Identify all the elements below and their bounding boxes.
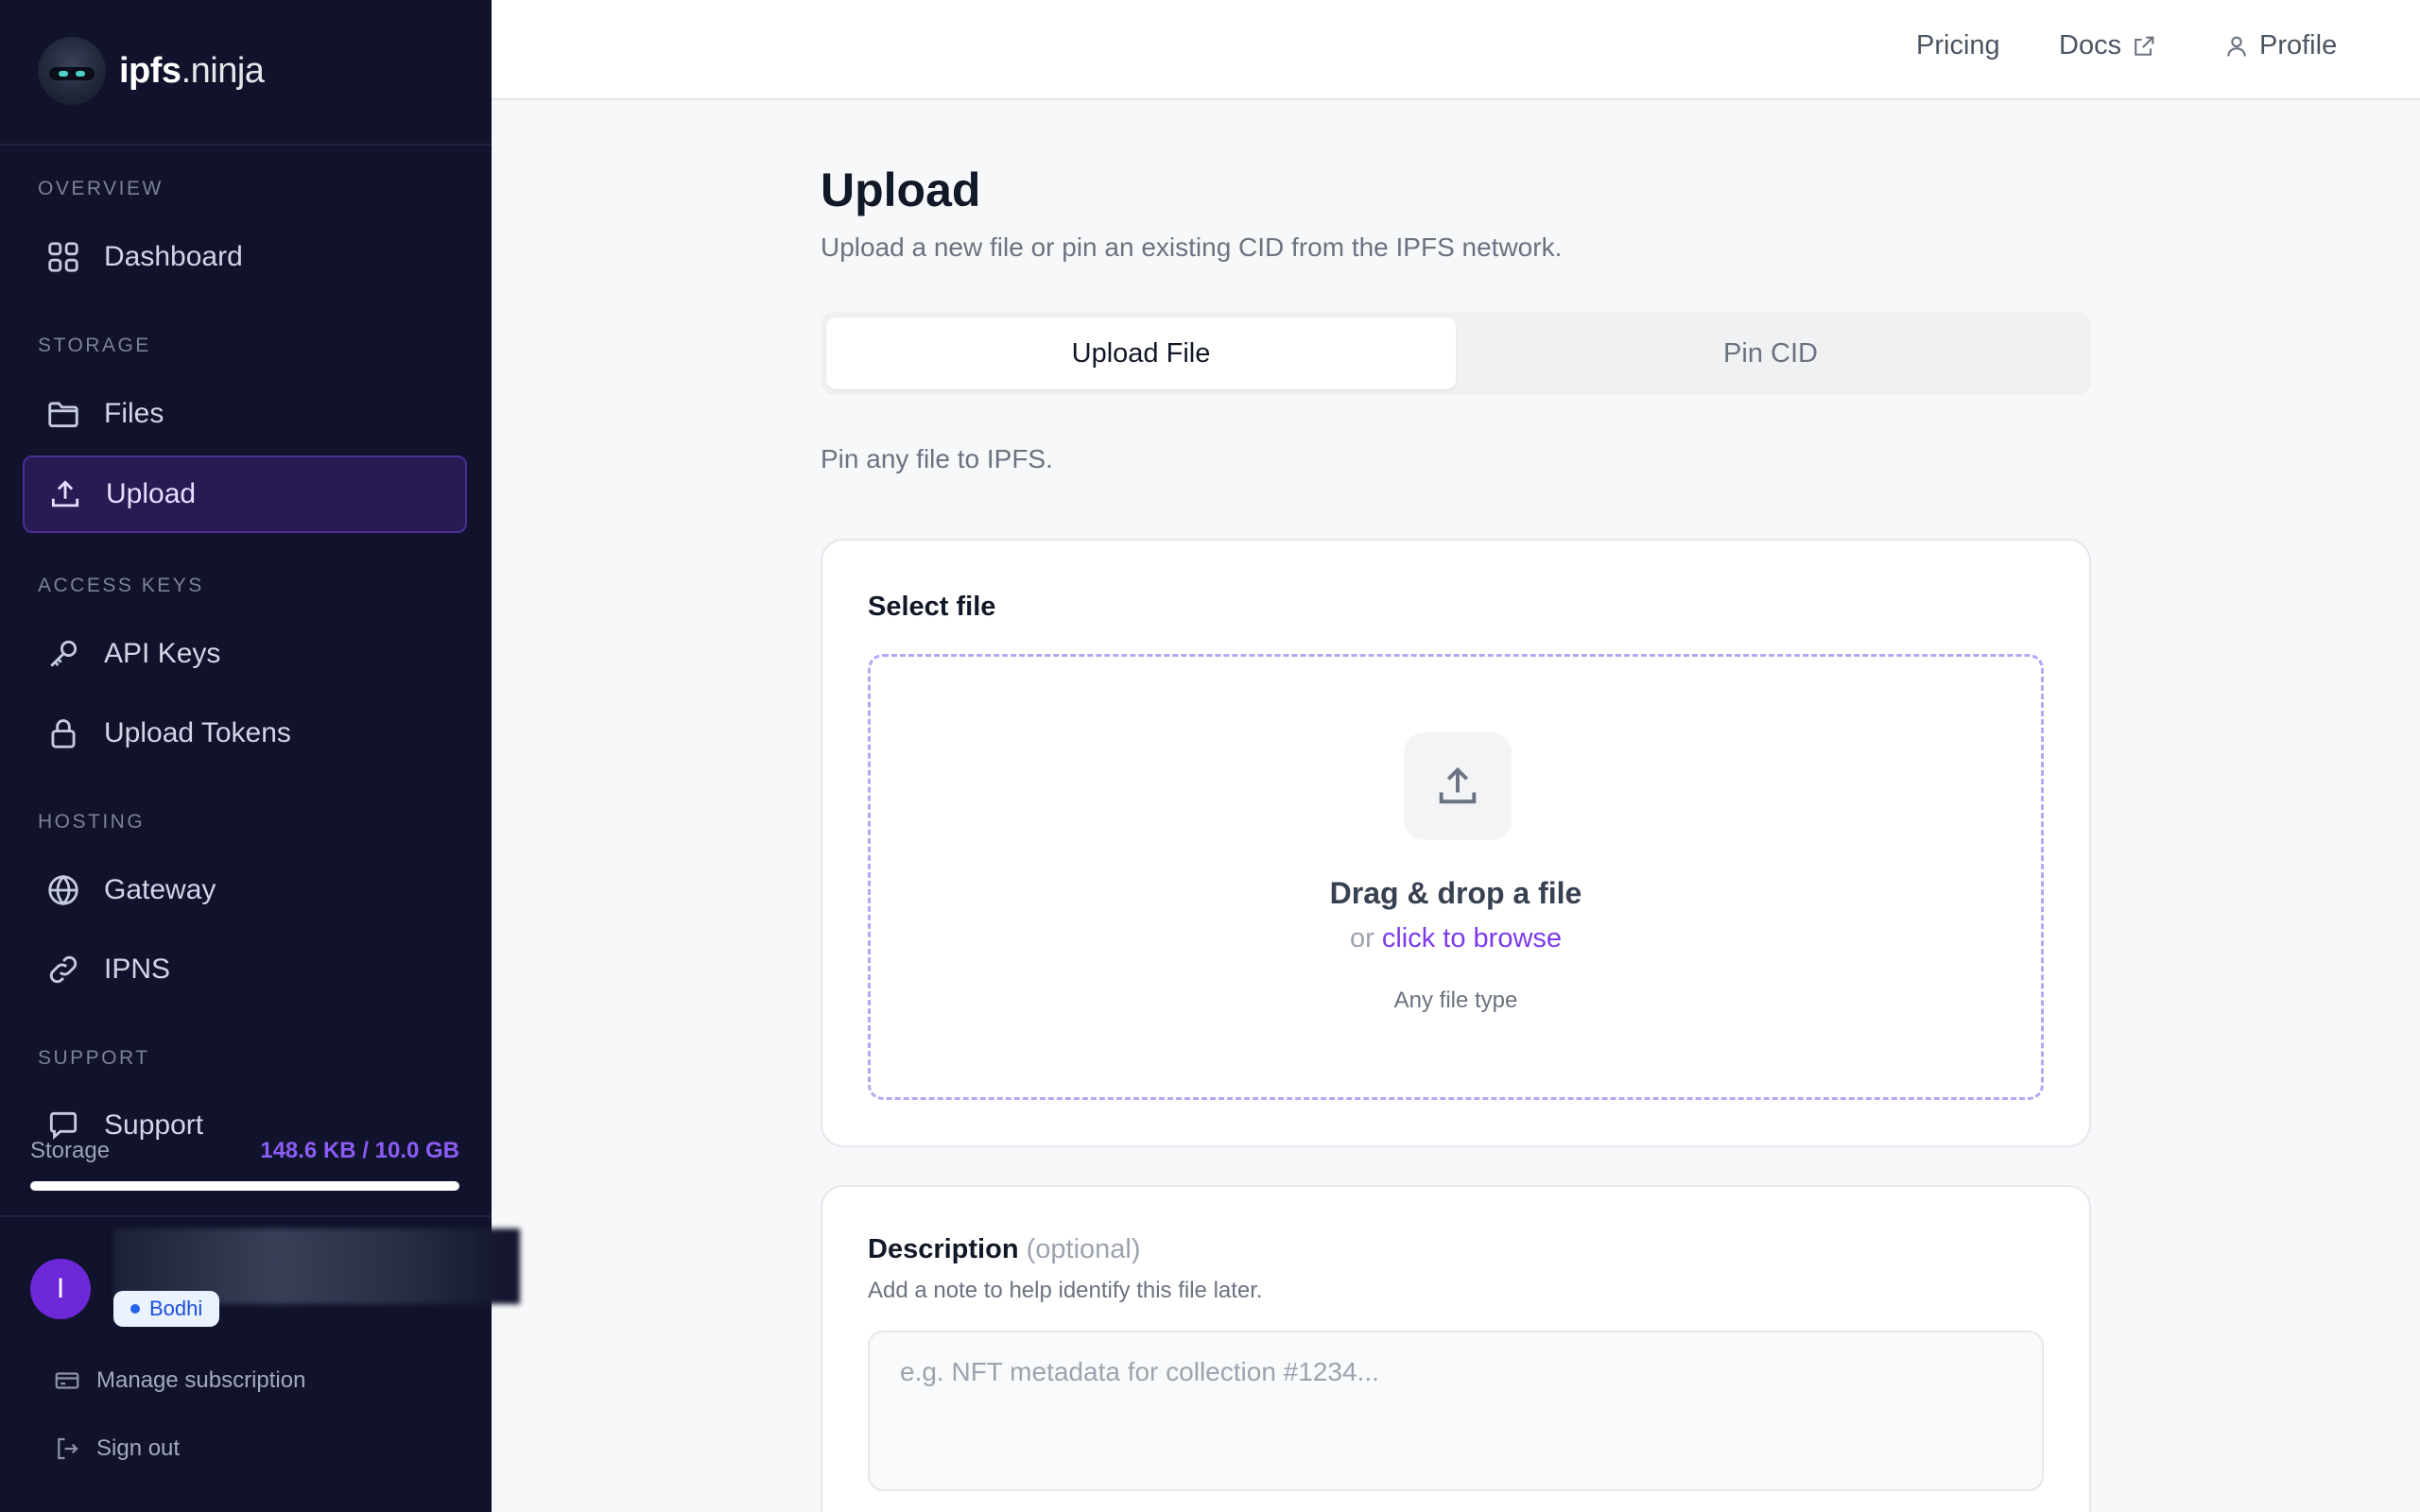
divider: [0, 144, 492, 146]
description-card: Description (optional) Add a note to hel…: [821, 1185, 2091, 1512]
manage-subscription-label: Manage subscription: [96, 1367, 306, 1393]
status-dot-icon: [130, 1304, 140, 1314]
plan-name: Bodhi: [149, 1297, 203, 1320]
description-title: Description (optional): [868, 1234, 1141, 1265]
sign-out-link[interactable]: Sign out: [53, 1435, 180, 1463]
sidebar-item-api-keys[interactable]: API Keys: [23, 615, 467, 693]
profile-link[interactable]: Profile: [2223, 30, 2337, 61]
sidebar-item-label: Dashboard: [104, 241, 243, 272]
manage-subscription-link[interactable]: Manage subscription: [53, 1366, 305, 1395]
divider: [0, 1215, 492, 1217]
lock-icon: [51, 719, 76, 748]
top-bar: Pricing Docs Profile: [492, 0, 2420, 100]
ninja-logo-icon: [38, 37, 106, 105]
brand-name: ipfs.ninja: [119, 50, 265, 91]
sidebar-item-label: API Keys: [104, 638, 221, 669]
sidebar-item-label: Support: [104, 1109, 204, 1141]
docs-label: Docs: [2059, 30, 2122, 60]
globe-icon: [48, 874, 78, 906]
select-file-card: Select file Drag & drop a file or click …: [821, 539, 2091, 1147]
sidebar-item-label: Upload: [106, 478, 197, 509]
section-label-storage: STORAGE: [38, 335, 151, 356]
sidebar-item-label: IPNS: [104, 954, 171, 985]
sidebar-item-upload-tokens[interactable]: Upload Tokens: [23, 695, 467, 772]
section-label-hosting: HOSTING: [38, 811, 146, 833]
sign-out-icon: [58, 1437, 78, 1460]
pricing-link[interactable]: Pricing: [1916, 30, 2000, 61]
folder-icon: [48, 402, 78, 428]
section-label-support: SUPPORT: [38, 1047, 150, 1069]
description-label: Description: [868, 1234, 1019, 1264]
key-icon: [50, 640, 78, 667]
tab-upload-file[interactable]: Upload File: [826, 318, 1456, 389]
avatar[interactable]: I: [30, 1259, 91, 1319]
pin-note: Pin any file to IPFS.: [821, 444, 1053, 473]
dropzone-title: Drag & drop a file: [1329, 876, 1582, 910]
brand-logo-link[interactable]: ipfs.ninja: [38, 37, 265, 105]
credit-card-icon: [55, 1372, 79, 1389]
plan-badge: Bodhi: [113, 1291, 220, 1327]
storage-label: Storage: [30, 1138, 111, 1163]
link-icon: [49, 955, 78, 984]
sidebar-item-dashboard[interactable]: Dashboard: [23, 218, 467, 296]
page-subtitle: Upload a new file or pin an existing CID…: [821, 232, 1563, 262]
user-icon: [2227, 36, 2246, 57]
accepted-file-types: Any file type: [1393, 988, 1518, 1013]
storage-value: 148.6 KB / 10.0 GB: [260, 1138, 459, 1163]
select-file-title: Select file: [868, 592, 996, 622]
sidebar-item-gateway[interactable]: Gateway: [23, 851, 467, 929]
sidebar: ipfs.ninja OVERVIEW Dashboard STORAGE Fi…: [0, 0, 520, 1512]
upload-icon: [1404, 732, 1512, 840]
storage-progress-bar: [30, 1181, 459, 1191]
optional-label: (optional): [1026, 1234, 1141, 1264]
click-to-browse-link[interactable]: click to browse: [1382, 923, 1562, 954]
profile-label: Profile: [2259, 30, 2338, 60]
sidebar-item-upload[interactable]: Upload: [23, 455, 467, 533]
sidebar-item-ipns[interactable]: IPNS: [23, 931, 467, 1008]
grid-icon: [48, 242, 78, 272]
docs-link[interactable]: Docs: [2059, 30, 2157, 61]
sidebar-item-label: Files: [104, 398, 164, 429]
tab-pin-cid[interactable]: Pin CID: [1456, 318, 2085, 389]
sidebar-item-label: Upload Tokens: [104, 717, 291, 748]
section-label-access-keys: ACCESS KEYS: [38, 575, 204, 596]
external-link-icon: [2135, 36, 2154, 56]
dropzone-or: or: [1349, 923, 1374, 954]
description-help: Add a note to help identify this file la…: [868, 1278, 1263, 1303]
pricing-label: Pricing: [1916, 30, 2000, 60]
dropzone-browse: or click to browse: [871, 923, 2041, 954]
description-input[interactable]: [868, 1331, 2044, 1491]
storage-usage: Storage 148.6 KB / 10.0 GB: [30, 1138, 459, 1164]
section-label-overview: OVERVIEW: [38, 178, 164, 199]
page-title: Upload: [821, 163, 981, 216]
upload-icon: [51, 480, 79, 507]
sidebar-item-files[interactable]: Files: [23, 375, 467, 453]
file-dropzone[interactable]: Drag & drop a file or click to browse An…: [868, 654, 2044, 1100]
sidebar-item-label: Gateway: [104, 874, 216, 905]
upload-mode-tabs: Upload File Pin CID: [821, 312, 2091, 395]
sign-out-label: Sign out: [96, 1435, 181, 1461]
